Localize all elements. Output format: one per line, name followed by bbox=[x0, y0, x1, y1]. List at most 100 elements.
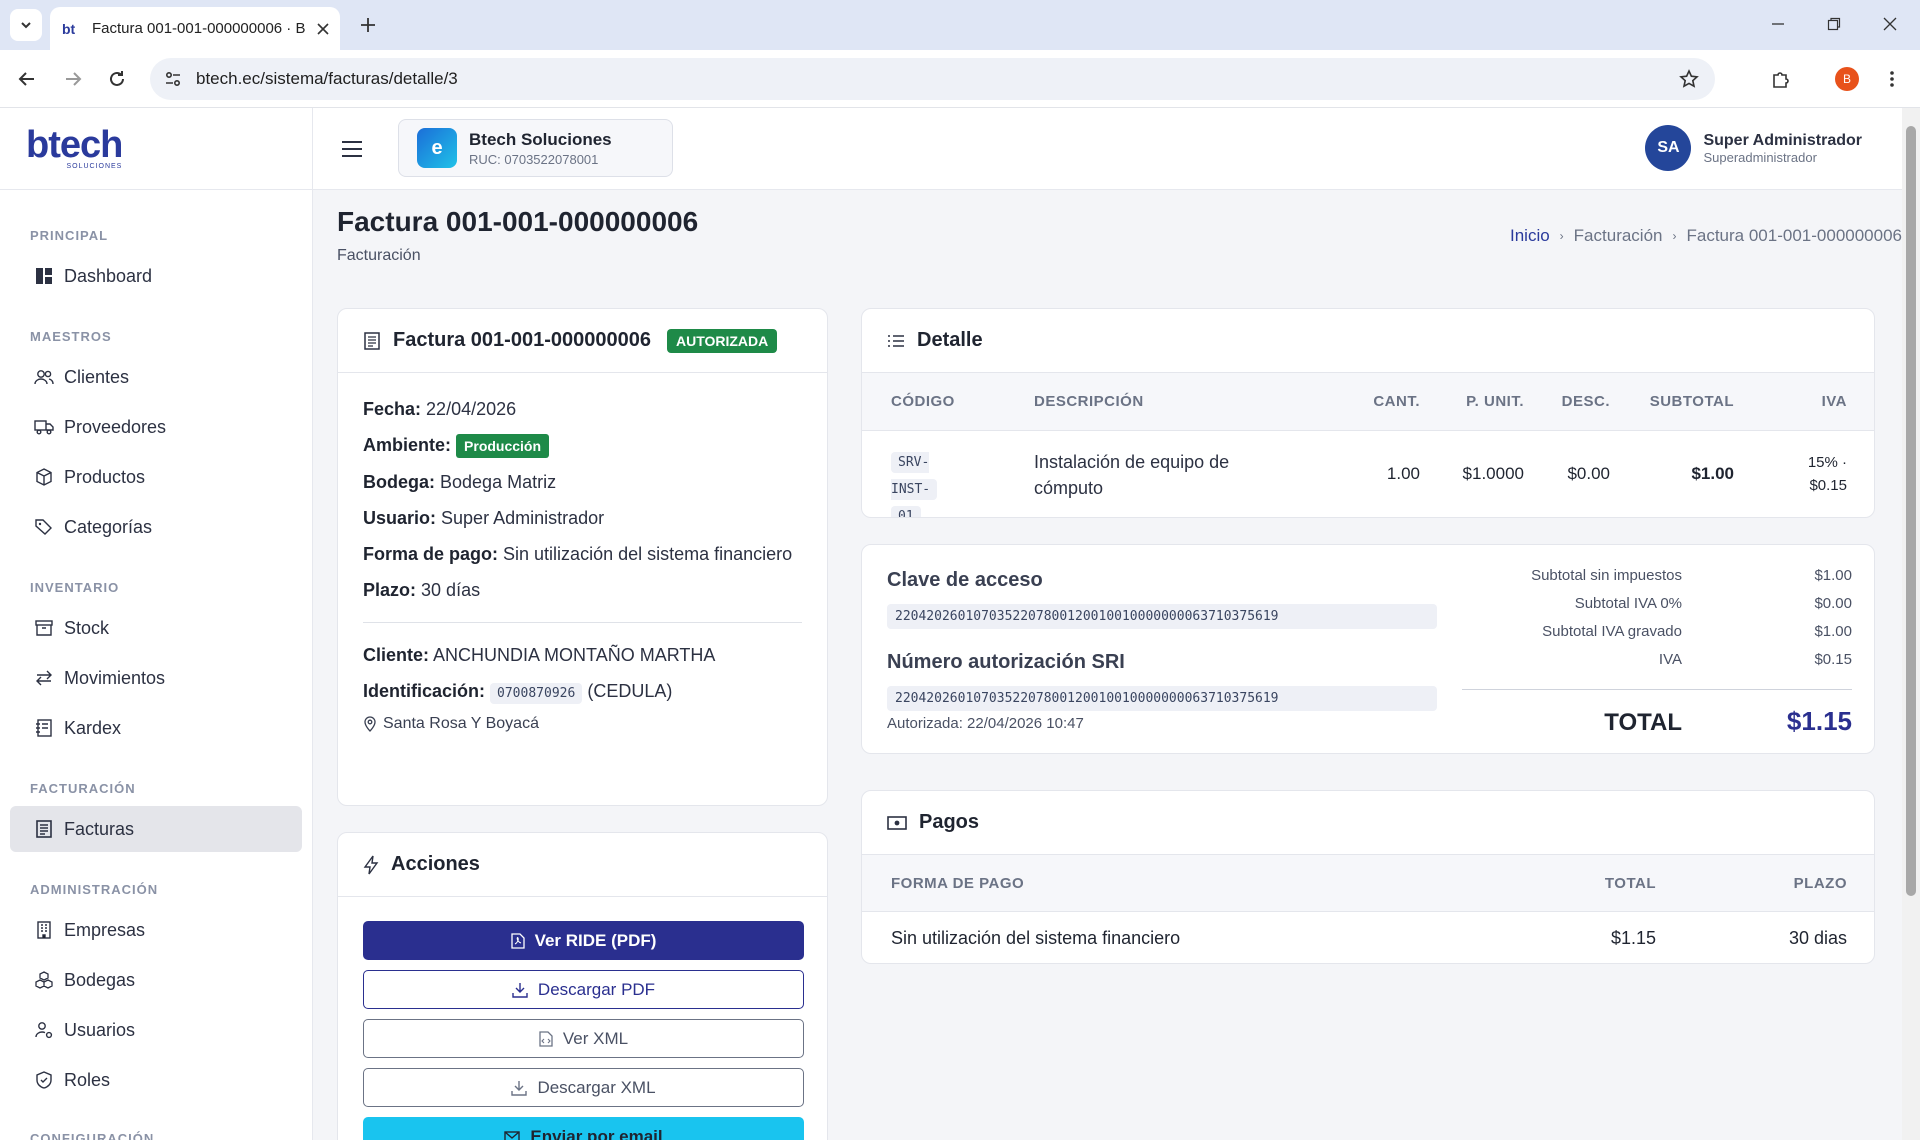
total-label: TOTAL bbox=[1604, 709, 1682, 736]
user-name: Super Administrador bbox=[1703, 131, 1862, 149]
sidebar-item-kardex[interactable]: Kardex bbox=[10, 705, 302, 751]
totals-table: Subtotal sin impuestos $1.00 Subtotal IV… bbox=[1462, 567, 1852, 737]
profile-avatar[interactable]: B bbox=[1835, 67, 1859, 91]
pago-plazo: 30 dias bbox=[1788, 928, 1847, 948]
ver-xml-button[interactable]: Ver XML bbox=[363, 1019, 804, 1058]
shield-icon bbox=[34, 1070, 54, 1090]
puzzle-icon bbox=[1773, 72, 1789, 88]
ver-ride-button[interactable]: Ver RIDE (PDF) bbox=[363, 921, 804, 960]
sidebar-item-empresas[interactable]: Empresas bbox=[10, 907, 302, 953]
journal-icon bbox=[34, 718, 54, 738]
cash-icon bbox=[887, 815, 907, 830]
reload-button[interactable] bbox=[100, 62, 134, 96]
breadcrumb-link-inicio[interactable]: Inicio bbox=[1510, 226, 1550, 246]
forward-button[interactable] bbox=[56, 62, 90, 96]
tab-list-button[interactable] bbox=[10, 9, 42, 41]
sidebar-item-movimientos[interactable]: Movimientos bbox=[10, 655, 302, 701]
bookmark-star-icon[interactable] bbox=[1679, 69, 1699, 89]
totals-row: Subtotal IVA 0% $0.00 bbox=[1462, 595, 1852, 623]
user-gear-icon bbox=[34, 1020, 54, 1040]
clave-value[interactable]: 2204202601070352207800120010010000000063… bbox=[887, 604, 1437, 629]
sidebar-item-stock[interactable]: Stock bbox=[10, 605, 302, 651]
pagos-table-header: FORMA DE PAGO TOTAL PLAZO bbox=[862, 855, 1874, 912]
sidebar-item-label: Empresas bbox=[64, 919, 146, 940]
sidebar-item-productos[interactable]: Productos bbox=[10, 454, 302, 500]
enviar-email-button[interactable]: Enviar por email bbox=[363, 1117, 804, 1140]
sidebar-item-label: Movimientos bbox=[64, 667, 166, 688]
section-inventario: INVENTARIO bbox=[30, 580, 120, 595]
restore-button[interactable] bbox=[1806, 0, 1862, 48]
company-logo: e bbox=[417, 128, 457, 168]
page-scrollbar-thumb[interactable] bbox=[1906, 126, 1916, 896]
section-configuracion: CONFIGURACIÓN bbox=[30, 1131, 155, 1140]
row-iva: 15% · $0.15 bbox=[1808, 451, 1847, 497]
totals-row: Subtotal sin impuestos $1.00 bbox=[1462, 567, 1852, 595]
detalle-title: Detalle bbox=[917, 329, 983, 351]
totals-label: Subtotal IVA gravado bbox=[1542, 623, 1682, 640]
browser-menu-button[interactable] bbox=[1875, 62, 1909, 96]
address-bar[interactable]: btech.ec/sistema/facturas/detalle/3 bbox=[150, 58, 1715, 100]
site-settings-icon[interactable] bbox=[164, 70, 182, 88]
fecha-value: 22/04/2026 bbox=[426, 399, 517, 419]
building-icon bbox=[34, 920, 54, 940]
sidebar-item-categorias[interactable]: Categorías bbox=[10, 504, 302, 550]
extensions-button[interactable] bbox=[1764, 62, 1798, 96]
more-vert-icon bbox=[1890, 71, 1894, 87]
pagos-title: Pagos bbox=[919, 811, 980, 833]
autorizada-text: Autorizada: 22/04/2026 10:47 bbox=[887, 715, 1084, 732]
archive-icon bbox=[34, 618, 54, 638]
close-window-button[interactable] bbox=[1862, 0, 1918, 48]
ambiente-row: Ambiente: Producción bbox=[363, 433, 802, 459]
arrows-left-right-icon bbox=[34, 668, 54, 688]
totals-label: IVA bbox=[1658, 651, 1682, 668]
sidebar-item-dashboard[interactable]: Dashboard bbox=[10, 253, 302, 299]
invoice-card-header: Factura 001-001-000000006 AUTORIZADA bbox=[338, 309, 827, 373]
forma-pago-label: Forma de pago: bbox=[363, 544, 499, 564]
company-selector[interactable]: e Btech Soluciones RUC: 0703522078001 bbox=[398, 119, 673, 177]
browser-tab-bar: bt Factura 001-001-000000006 · B bbox=[0, 0, 1920, 50]
descargar-xml-button[interactable]: Descargar XML bbox=[363, 1068, 804, 1107]
minimize-button[interactable] bbox=[1750, 0, 1806, 48]
url-text: btech.ec/sistema/facturas/detalle/3 bbox=[196, 69, 458, 88]
reload-icon bbox=[110, 71, 124, 86]
new-tab-button[interactable] bbox=[352, 9, 384, 41]
section-administracion: ADMINISTRACIÓN bbox=[30, 882, 159, 897]
file-code-icon bbox=[539, 1030, 553, 1047]
descargar-pdf-label: Descargar PDF bbox=[537, 979, 656, 999]
col-cantidad: CANT. bbox=[1373, 393, 1420, 410]
pago-total: $1.15 bbox=[1610, 928, 1656, 948]
app-logo[interactable]: btech SOLUCIONES bbox=[0, 108, 312, 190]
download-icon bbox=[512, 982, 528, 998]
pagos-card: Pagos FORMA DE PAGO TOTAL PLAZO Sin util… bbox=[861, 790, 1875, 964]
back-button[interactable] bbox=[10, 62, 44, 96]
menu-toggle-button[interactable] bbox=[337, 134, 367, 164]
status-badge: AUTORIZADA bbox=[666, 328, 778, 353]
sidebar-item-usuarios[interactable]: Usuarios bbox=[10, 1007, 302, 1053]
totals-label: Subtotal sin impuestos bbox=[1531, 567, 1682, 584]
usuario-label: Usuario: bbox=[363, 508, 437, 528]
sidebar-item-clientes[interactable]: Clientes bbox=[10, 354, 302, 400]
col-plazo: PLAZO bbox=[1793, 875, 1847, 892]
breadcrumb-link-facturacion[interactable]: Facturación bbox=[1574, 226, 1663, 246]
ambiente-label: Ambiente: bbox=[363, 435, 452, 455]
auth-value[interactable]: 2204202601070352207800120010010000000063… bbox=[887, 686, 1437, 711]
sidebar-item-label: Stock bbox=[64, 617, 110, 638]
minimize-icon bbox=[1772, 23, 1784, 25]
company-ruc: RUC: 0703522078001 bbox=[469, 151, 599, 167]
close-icon[interactable] bbox=[316, 22, 330, 36]
sidebar-item-facturas[interactable]: Facturas bbox=[10, 806, 302, 852]
sidebar-item-bodegas[interactable]: Bodegas bbox=[10, 957, 302, 1003]
totals-row: Subtotal IVA gravado $1.00 bbox=[1462, 623, 1852, 651]
user-menu[interactable]: SA Super Administrador Superadministrado… bbox=[1645, 125, 1862, 171]
sidebar-item-proveedores[interactable]: Proveedores bbox=[10, 404, 302, 450]
page-subtitle: Facturación bbox=[337, 247, 421, 264]
sidebar-item-roles[interactable]: Roles bbox=[10, 1057, 302, 1103]
arrow-left-icon bbox=[18, 72, 34, 86]
total-row: TOTAL $1.15 bbox=[1462, 706, 1852, 737]
cliente-label: Cliente: bbox=[363, 645, 430, 665]
descargar-pdf-button[interactable]: Descargar PDF bbox=[363, 970, 804, 1009]
sidebar-item-label: Roles bbox=[64, 1069, 111, 1090]
browser-tab[interactable]: bt Factura 001-001-000000006 · B bbox=[50, 7, 340, 50]
descargar-xml-label: Descargar XML bbox=[537, 1077, 656, 1097]
col-iva: IVA bbox=[1821, 393, 1847, 410]
